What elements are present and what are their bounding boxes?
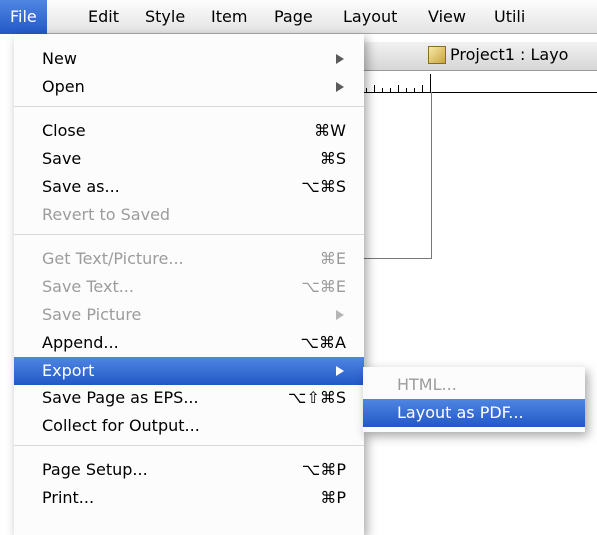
menubar-style[interactable]: Style <box>135 0 195 34</box>
menu-item-label: Save Text... <box>42 277 134 296</box>
menu-item-shortcut: ⌥⌘E <box>301 277 346 296</box>
menu-item-label: Collect for Output... <box>42 416 200 435</box>
ruler-tick <box>374 85 375 92</box>
menubar-page[interactable]: Page <box>264 0 323 34</box>
menu-item-shortcut: ⌥⌘A <box>300 333 346 352</box>
menu-item-shortcut: ⌘E <box>319 249 346 268</box>
menubar-file[interactable]: File <box>0 0 47 34</box>
menu-item-revert-to-saved[interactable]: Revert to Saved <box>14 203 364 227</box>
menu-separator <box>14 106 364 107</box>
menu-item-label: Open <box>42 77 85 96</box>
submenu-item-label: Layout as PDF... <box>397 403 524 422</box>
menubar-utilities[interactable]: Utili <box>484 0 535 34</box>
horizontal-ruler[interactable] <box>360 72 597 93</box>
menu-item-get-text-picture[interactable]: Get Text/Picture... ⌘E <box>14 247 364 271</box>
page-frame[interactable] <box>360 92 432 259</box>
menu-item-shortcut: ⌥⇧⌘S <box>288 388 346 407</box>
document-icon <box>428 46 446 64</box>
menu-item-label: Page Setup... <box>42 460 148 479</box>
menu-item-shortcut: ⌘S <box>319 149 346 168</box>
file-menu: New Open Close ⌘W Save ⌘S Save as... ⌥⌘S… <box>14 34 364 535</box>
menu-item-label: Save <box>42 149 82 168</box>
ruler-tick <box>422 85 423 92</box>
submenu-arrow-icon <box>336 310 344 320</box>
submenu-item-layout-as-pdf[interactable]: Layout as PDF... <box>363 399 585 427</box>
menu-item-new[interactable]: New <box>14 47 364 71</box>
ruler-tick <box>398 85 399 92</box>
export-submenu: HTML... Layout as PDF... <box>363 367 585 432</box>
menu-item-export[interactable]: Export <box>14 357 364 385</box>
menubar-edit[interactable]: Edit <box>78 0 129 34</box>
menu-item-save-as[interactable]: Save as... ⌥⌘S <box>14 175 364 199</box>
menu-item-append[interactable]: Append... ⌥⌘A <box>14 331 364 355</box>
menu-item-label: Save Picture <box>42 305 142 324</box>
submenu-item-html[interactable]: HTML... <box>363 371 585 399</box>
ruler-tick <box>430 74 431 92</box>
document-title: Project1 : Layo <box>450 45 569 64</box>
menu-separator <box>14 445 364 446</box>
menu-item-shortcut: ⌥⌘S <box>301 177 346 196</box>
menu-item-save[interactable]: Save ⌘S <box>14 147 364 171</box>
menubar-item[interactable]: Item <box>201 0 257 34</box>
menu-item-label: Append... <box>42 333 119 352</box>
menu-item-label: Save Page as EPS... <box>42 388 199 407</box>
menu-item-save-text[interactable]: Save Text... ⌥⌘E <box>14 275 364 299</box>
menubar-view[interactable]: View <box>418 0 476 34</box>
menu-item-shortcut: ⌥⌘P <box>301 460 346 479</box>
menubar-layout[interactable]: Layout <box>333 0 407 34</box>
menu-item-shortcut: ⌘P <box>320 488 346 507</box>
menu-item-save-picture[interactable]: Save Picture <box>14 303 364 327</box>
menu-item-page-setup[interactable]: Page Setup... ⌥⌘P <box>14 458 364 482</box>
submenu-arrow-icon <box>336 54 344 64</box>
menu-separator <box>14 234 364 235</box>
submenu-item-label: HTML... <box>397 375 457 394</box>
submenu-arrow-icon <box>336 82 344 92</box>
menu-item-label: New <box>42 49 77 68</box>
menu-item-label: Save as... <box>42 177 120 196</box>
menu-bar: File Edit Style Item Page Layout View Ut… <box>0 0 597 34</box>
menu-item-label: Revert to Saved <box>42 205 171 224</box>
submenu-arrow-icon <box>336 366 344 376</box>
menu-item-print[interactable]: Print... ⌘P <box>14 486 364 510</box>
menu-item-save-page-as-eps[interactable]: Save Page as EPS... ⌥⇧⌘S <box>14 386 364 410</box>
menu-item-label: Export <box>42 361 95 380</box>
menu-item-label: Print... <box>42 488 95 507</box>
menu-item-label: Get Text/Picture... <box>42 249 184 268</box>
menu-item-shortcut: ⌘W <box>314 121 346 140</box>
menu-item-label: Close <box>42 121 86 140</box>
menu-item-open[interactable]: Open <box>14 75 364 99</box>
menu-item-close[interactable]: Close ⌘W <box>14 119 364 143</box>
menu-item-collect-for-output[interactable]: Collect for Output... <box>14 414 364 438</box>
